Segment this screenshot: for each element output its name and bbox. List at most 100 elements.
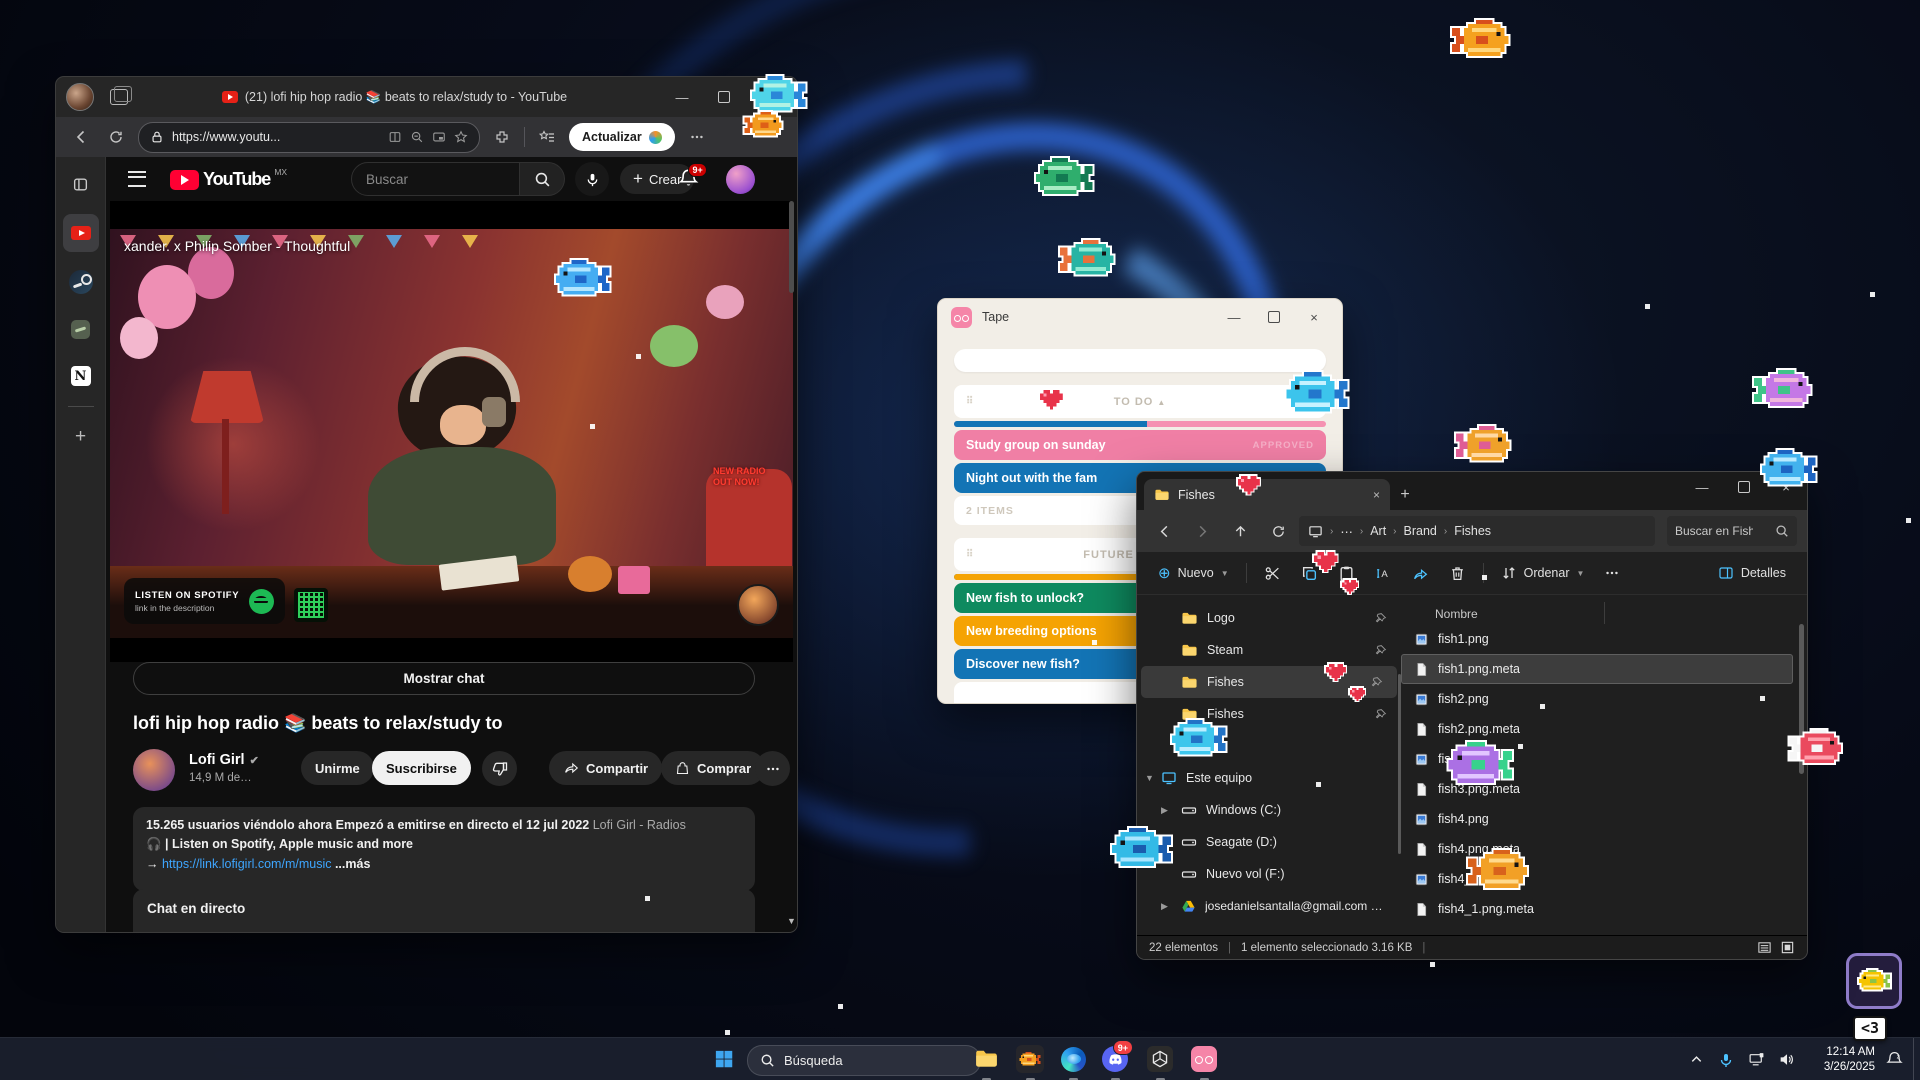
desktop-pet-fish[interactable] bbox=[748, 76, 810, 114]
taskbar-search[interactable]: Búsqueda bbox=[747, 1045, 981, 1076]
desktop-pet-fish[interactable] bbox=[1056, 240, 1118, 278]
maximize-button[interactable] bbox=[703, 82, 745, 112]
notifications-button[interactable]: 9+ bbox=[678, 168, 699, 189]
forward-icon[interactable] bbox=[1185, 516, 1219, 546]
chevron-right-icon[interactable]: ▶ bbox=[1161, 805, 1168, 816]
details-pane-button[interactable]: Detalles bbox=[1709, 557, 1795, 589]
dislike-button[interactable] bbox=[482, 751, 517, 786]
desktop-pet-fish[interactable] bbox=[1032, 158, 1096, 198]
tray-clock[interactable]: 12:14 AM 3/26/2025 bbox=[1801, 1045, 1875, 1075]
taskbar-unity[interactable] bbox=[1140, 1040, 1180, 1078]
file-row[interactable]: fish2.png.meta bbox=[1401, 714, 1793, 744]
taskbar-fish-app[interactable] bbox=[1010, 1040, 1050, 1078]
desktop-pet-fish[interactable] bbox=[1464, 850, 1531, 892]
file-row[interactable]: fish1.png bbox=[1401, 624, 1793, 654]
shop-button[interactable]: Comprar bbox=[661, 751, 765, 785]
description-card[interactable]: 15.265 usuarios viéndolo ahora Empezó a … bbox=[133, 807, 755, 891]
scroll-down-icon[interactable]: ▼ bbox=[787, 916, 796, 926]
desktop-pet-fish[interactable] bbox=[552, 260, 614, 298]
channel-watermark-avatar[interactable] bbox=[737, 584, 779, 626]
drag-handle-icon[interactable]: ⠿ bbox=[966, 396, 974, 407]
sidebar-folder-logo[interactable]: Logo bbox=[1137, 602, 1401, 634]
breadcrumb-ellipsis[interactable]: ⋯ bbox=[1340, 524, 1353, 539]
channel-avatar[interactable] bbox=[133, 749, 175, 791]
more-button[interactable] bbox=[1595, 557, 1629, 589]
voice-search-button[interactable] bbox=[575, 162, 609, 196]
address-bar[interactable]: https://www.youtu... bbox=[138, 122, 480, 153]
tray-chevron-icon[interactable] bbox=[1681, 1042, 1711, 1078]
desktop-pet-fish[interactable] bbox=[1452, 426, 1514, 464]
taskbar-explorer[interactable] bbox=[966, 1040, 1006, 1078]
list-view-icon[interactable] bbox=[1757, 940, 1772, 955]
video-player[interactable]: xander. x Philip Somber - Thoughtful NEW… bbox=[110, 201, 793, 662]
join-button[interactable]: Unirme bbox=[301, 751, 374, 785]
browser-menu-icon[interactable] bbox=[684, 124, 710, 150]
file-row[interactable]: fish2.png bbox=[1401, 684, 1793, 714]
page-scrollbar[interactable]: ▼ bbox=[787, 201, 796, 928]
vertical-tabs-toggle-icon[interactable] bbox=[63, 167, 99, 201]
show-chat-button[interactable]: Mostrar chat bbox=[133, 662, 755, 695]
chevron-right-icon[interactable]: ▶ bbox=[1161, 901, 1168, 912]
tab-notion[interactable]: N bbox=[63, 359, 99, 393]
split-screen-icon[interactable] bbox=[388, 130, 402, 144]
sidebar-drive-gdrive[interactable]: ▶ josedanielsantalla@gmail.com … (G:) bbox=[1137, 890, 1401, 922]
notification-bell-icon[interactable] bbox=[1875, 1042, 1913, 1078]
todo-item[interactable]: Study group on sundayAPPROVED bbox=[954, 430, 1326, 460]
file-row[interactable]: fish4.png.meta bbox=[1401, 834, 1793, 864]
desktop-pet-fish[interactable] bbox=[742, 112, 784, 138]
desktop-pet-fish[interactable] bbox=[1758, 450, 1820, 488]
browser-profile-avatar[interactable] bbox=[66, 83, 94, 111]
close-tab-icon[interactable]: × bbox=[1373, 488, 1380, 502]
todo-section-header[interactable]: ⠿ TO DO ▲ bbox=[954, 385, 1326, 418]
minimize-button[interactable]: — bbox=[1214, 302, 1254, 332]
browser-titlebar[interactable]: (21) lofi hip hop radio 📚 beats to relax… bbox=[56, 77, 797, 117]
new-tab-button[interactable]: + bbox=[1390, 480, 1420, 510]
start-button[interactable] bbox=[704, 1040, 744, 1078]
microphone-icon[interactable] bbox=[1711, 1042, 1741, 1078]
update-browser-button[interactable]: Actualizar bbox=[569, 123, 675, 151]
volume-icon[interactable] bbox=[1771, 1042, 1801, 1078]
sidebar-drive-c[interactable]: ▶ Windows (C:) bbox=[1137, 794, 1401, 826]
up-icon[interactable] bbox=[1223, 516, 1257, 546]
maximize-button[interactable] bbox=[1254, 302, 1294, 332]
favorite-star-icon[interactable] bbox=[454, 130, 468, 144]
file-row[interactable]: fish4_1.png.meta bbox=[1401, 894, 1793, 924]
chevron-down-icon[interactable]: ▼ bbox=[1145, 773, 1154, 783]
tab-steam[interactable] bbox=[63, 265, 99, 299]
minimize-button[interactable]: — bbox=[1681, 472, 1723, 502]
youtube-avatar[interactable] bbox=[726, 165, 755, 194]
desktop-pet-fish[interactable] bbox=[1786, 730, 1845, 767]
delete-button[interactable] bbox=[1440, 557, 1475, 589]
tab-site[interactable] bbox=[63, 312, 99, 346]
menu-icon[interactable] bbox=[128, 171, 146, 187]
desktop-pet-fish[interactable] bbox=[1282, 372, 1352, 416]
workspaces-icon[interactable] bbox=[110, 89, 128, 105]
sort-button[interactable]: Ordenar▼ bbox=[1492, 557, 1594, 589]
description-link[interactable]: https://link.lofigirl.com/m/music bbox=[162, 857, 331, 871]
collections-icon[interactable] bbox=[534, 124, 560, 150]
desktop-pet-fish[interactable] bbox=[1750, 370, 1814, 410]
taskbar-discord[interactable]: 9+ bbox=[1095, 1040, 1135, 1078]
new-item-input[interactable] bbox=[954, 349, 1326, 372]
search-input[interactable]: Buscar bbox=[351, 162, 520, 196]
youtube-logo[interactable]: YouTube MX bbox=[170, 169, 287, 190]
pip-icon[interactable] bbox=[432, 130, 446, 144]
drag-handle-icon[interactable]: ⠿ bbox=[966, 549, 974, 560]
back-icon[interactable] bbox=[68, 124, 94, 150]
breadcrumb-item[interactable]: Fishes bbox=[1454, 524, 1491, 538]
breadcrumb-item[interactable]: Art bbox=[1370, 524, 1386, 538]
file-row-selected[interactable]: fish1.png.meta bbox=[1401, 654, 1793, 684]
channel-name[interactable]: Lofi Girl✔ bbox=[189, 752, 259, 768]
refresh-icon[interactable] bbox=[103, 124, 129, 150]
share-button[interactable] bbox=[1403, 557, 1438, 589]
sidebar-drive-f[interactable]: Nuevo vol (F:) bbox=[1137, 858, 1401, 890]
show-desktop-button[interactable] bbox=[1913, 1038, 1920, 1080]
large-view-icon[interactable] bbox=[1780, 940, 1795, 955]
desktop-pet-fish[interactable] bbox=[1448, 20, 1512, 60]
taskbar-tape[interactable] bbox=[1184, 1040, 1224, 1078]
breadcrumb-item[interactable]: Brand bbox=[1404, 524, 1437, 538]
sidebar-folder-steam[interactable]: Steam bbox=[1137, 634, 1401, 666]
desktop-pet-fish[interactable] bbox=[1168, 720, 1230, 758]
desktop-pet-fish[interactable] bbox=[1108, 828, 1175, 870]
sidebar-drive-d[interactable]: Seagate (D:) bbox=[1137, 826, 1401, 858]
